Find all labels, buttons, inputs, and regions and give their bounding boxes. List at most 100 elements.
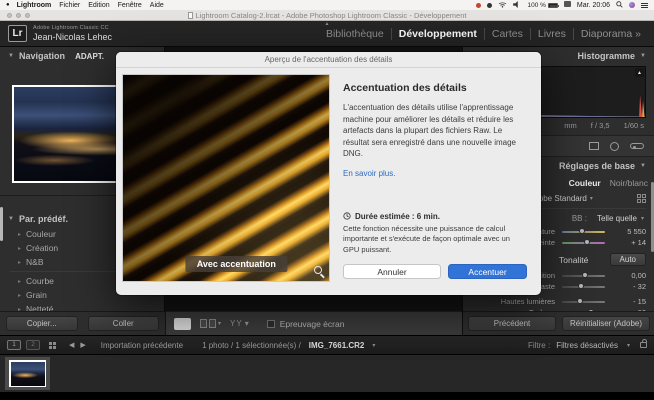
main-window-button[interactable]: 1 [7, 340, 21, 350]
zoom-mode-fit[interactable]: ADAPT. [75, 52, 104, 61]
apple-icon[interactable]: ● [6, 2, 10, 8]
slider-value[interactable]: 5 550 [612, 227, 646, 236]
module-bibliotheque[interactable]: Bibliothèque [319, 28, 391, 40]
exif-aperture: f / 3,5 [591, 121, 610, 130]
filmstrip-thumbnail-selected[interactable] [5, 357, 50, 390]
chevron-down-icon [590, 195, 593, 202]
left-scrollbar-thumb[interactable] [0, 207, 3, 241]
gpu-note: Cette fonction nécessite une puissance d… [343, 224, 527, 256]
preview-toggle-label[interactable]: Avec accentuation [186, 256, 287, 272]
identity-plate: Adobe Lightroom Classic CC Jean-Nicolas … [33, 25, 112, 42]
battery-indicator[interactable]: 100 % [527, 2, 557, 9]
temperature-slider[interactable] [562, 231, 605, 233]
wb-label: BB : [572, 214, 587, 223]
chevron-right-icon [18, 245, 21, 252]
thumbnail-frame [9, 360, 46, 387]
menu-fichier[interactable]: Fichier [59, 2, 80, 9]
auto-tone-button[interactable]: Auto [610, 253, 646, 266]
slider-handle[interactable] [584, 239, 590, 245]
dialog-buttons: Annuler Accentuer [343, 264, 527, 279]
second-window-button[interactable]: 2 [26, 340, 40, 350]
highlight-clipping-indicator[interactable] [635, 68, 644, 77]
develop-buttons-row: Précédent Réinitialiser (Adobe) [463, 311, 654, 335]
dialog-content: Accentuation des détails L'accentuation … [330, 74, 535, 289]
chevron-down-icon [641, 215, 644, 222]
bottom-spacer [0, 392, 654, 400]
filter-dropdown[interactable]: Filtres désactivés [556, 341, 618, 350]
chevron-down-icon [8, 53, 14, 59]
chevron-right-icon [18, 292, 21, 299]
exposure-slider[interactable] [562, 275, 605, 277]
grid-view-icon[interactable] [49, 342, 56, 349]
source-indicator[interactable]: Importation précédente [101, 341, 183, 350]
menubar-clock[interactable]: Mar. 20:06 [577, 2, 610, 9]
notification-center-icon[interactable] [641, 3, 648, 8]
learn-more-link[interactable]: En savoir plus. [343, 169, 527, 178]
volume-icon[interactable] [513, 1, 521, 10]
enhance-preview-image[interactable]: Avec accentuation [122, 74, 330, 282]
document-icon [188, 12, 193, 19]
navigation-title: Navigation [19, 51, 65, 61]
enhance-button[interactable]: Accentuer [448, 264, 527, 279]
filter-lock-icon[interactable] [640, 342, 647, 348]
chevron-down-icon [627, 342, 630, 349]
copy-button[interactable]: Copier... [6, 316, 78, 331]
wifi-icon[interactable] [498, 1, 507, 10]
previous-photo-icon[interactable] [69, 341, 74, 349]
loupe-view-icon[interactable] [174, 318, 191, 330]
wb-preset-dropdown[interactable]: Telle quelle [597, 214, 637, 223]
next-photo-icon[interactable] [80, 341, 85, 349]
module-diaporama[interactable]: Diaporama » [573, 28, 648, 40]
menu-fenetre[interactable]: Fenêtre [118, 2, 142, 9]
recording-indicator-icon[interactable] [476, 3, 481, 8]
module-developpement[interactable]: Développement [391, 28, 484, 40]
module-livres[interactable]: Livres [530, 28, 573, 40]
filter-label: Filtre : [528, 341, 550, 350]
split-view-icon[interactable]: YY [230, 319, 250, 328]
highlights-slider[interactable] [562, 301, 605, 303]
slider-value[interactable]: + 14 [612, 238, 646, 247]
filmstrip [0, 355, 654, 392]
slider-handle[interactable] [578, 283, 584, 289]
siri-icon[interactable] [629, 2, 635, 8]
slider-label: Hautes lumières [475, 297, 555, 306]
profile-browser-icon[interactable] [637, 194, 646, 203]
paste-button[interactable]: Coller [88, 316, 160, 331]
enhance-dialog: Aperçu de l'accentuation des détails Ave… [116, 52, 541, 295]
module-picker: Bibliothèque Développement Cartes Livres… [319, 21, 648, 47]
soft-proof-toggle[interactable]: Epreuvage écran [267, 319, 345, 329]
slider-value[interactable]: - 32 [612, 282, 646, 291]
crop-tool-icon[interactable] [589, 142, 599, 150]
menu-edition[interactable]: Edition [88, 2, 109, 9]
filename[interactable]: IMG_7661.CR2 [309, 341, 365, 350]
tab-couleur[interactable]: Couleur [569, 178, 601, 188]
tab-noir-blanc[interactable]: Noir/blanc [610, 178, 648, 188]
slider-handle[interactable] [579, 228, 585, 234]
spotlight-search-icon[interactable] [616, 1, 623, 10]
module-cartes[interactable]: Cartes [484, 28, 530, 40]
slider-value[interactable]: - 15 [612, 297, 646, 306]
masking-tool-icon[interactable] [630, 143, 644, 149]
slider-handle[interactable] [577, 298, 583, 304]
slider-value[interactable]: 0,00 [612, 271, 646, 280]
battery-icon [548, 3, 558, 8]
redeye-tool-icon[interactable] [610, 142, 619, 151]
soft-proof-checkbox[interactable] [267, 320, 275, 328]
status-dot-icon[interactable] [487, 3, 492, 8]
before-after-view-icon[interactable] [200, 319, 221, 328]
menu-app[interactable]: Lightroom [17, 2, 52, 9]
menu-aide[interactable]: Aide [150, 2, 164, 9]
input-source-icon[interactable] [564, 1, 571, 9]
estimate-row: Durée estimée : 6 min. [343, 212, 527, 221]
tint-slider[interactable] [562, 242, 605, 244]
slider-hautes-lumieres: Hautes lumières - 15 [463, 296, 654, 307]
contrast-slider[interactable] [562, 286, 605, 288]
dialog-body: Avec accentuation Accentuation des détai… [116, 68, 541, 295]
screen: ● Lightroom Fichier Edition Fenêtre Aide… [0, 0, 654, 400]
window-title: Lightroom Catalog-2.lrcat - Adobe Photos… [0, 11, 654, 20]
battery-percent: 100 % [527, 2, 545, 9]
cancel-button[interactable]: Annuler [343, 264, 441, 279]
reset-button[interactable]: Réinitialiser (Adobe) [562, 316, 650, 331]
slider-handle[interactable] [582, 272, 588, 278]
previous-button[interactable]: Précédent [468, 316, 556, 331]
